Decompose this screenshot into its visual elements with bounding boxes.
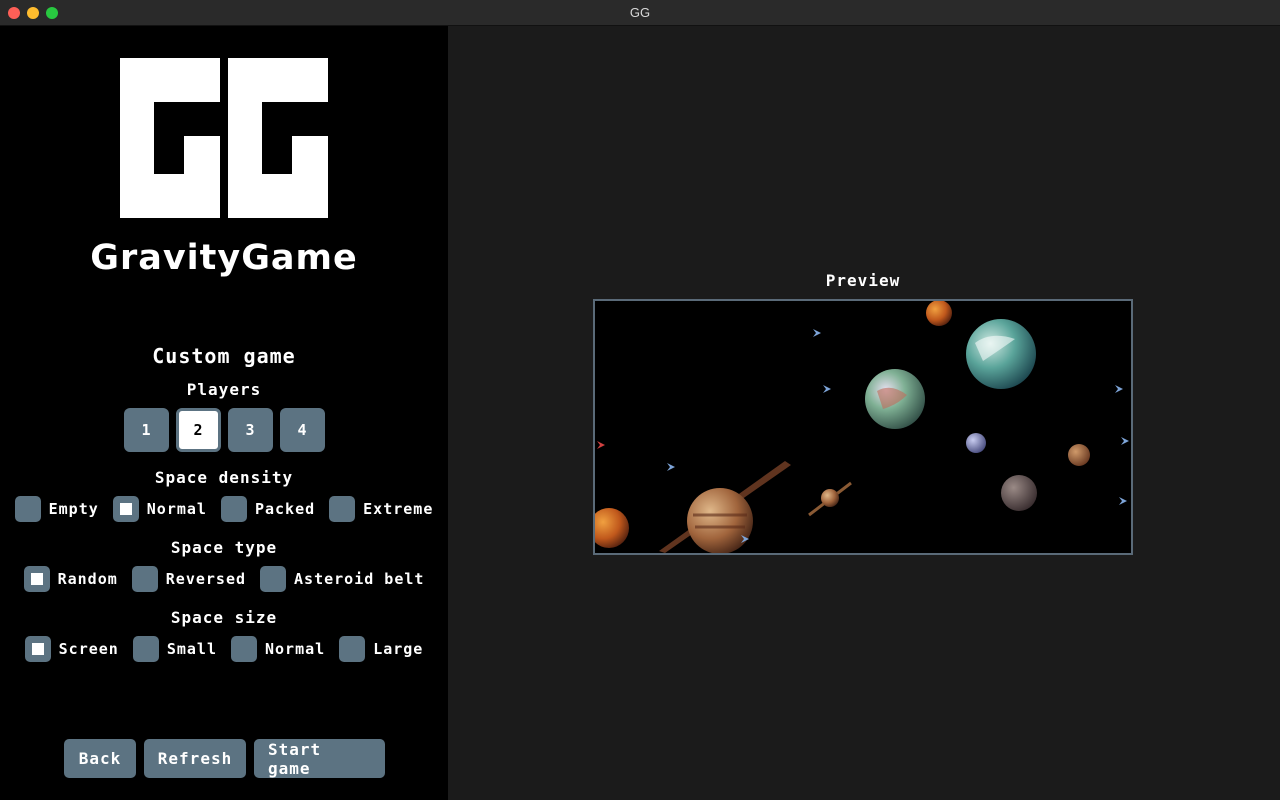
planet-brown-small bbox=[1068, 444, 1090, 466]
checkbox[interactable] bbox=[131, 566, 158, 592]
players-option-2[interactable]: 2 bbox=[175, 408, 221, 452]
planet-ringed-small bbox=[821, 489, 839, 507]
preview-canvas bbox=[593, 299, 1133, 555]
density-option-empty[interactable]: Empty bbox=[14, 496, 99, 522]
ship-icon bbox=[1115, 385, 1123, 393]
checkbox[interactable] bbox=[14, 496, 41, 522]
checkbox[interactable] bbox=[132, 636, 159, 662]
density-option-normal[interactable]: Normal bbox=[112, 496, 207, 522]
size-option-screen[interactable]: Screen bbox=[24, 636, 119, 662]
size-option-small[interactable]: Small bbox=[132, 636, 217, 662]
players-option-1[interactable]: 1 bbox=[123, 408, 169, 452]
space-preview-scene bbox=[595, 301, 1129, 553]
start-game-button[interactable]: Start game bbox=[254, 739, 385, 778]
back-button[interactable]: Back bbox=[64, 739, 136, 778]
checkbox[interactable] bbox=[339, 636, 366, 662]
planet-blue-small bbox=[966, 433, 986, 453]
window-title: GG bbox=[629, 5, 651, 20]
players-option-3[interactable]: 3 bbox=[227, 408, 273, 452]
app-logo-name: GravityGame bbox=[90, 238, 358, 278]
gg-logo-mark bbox=[120, 58, 328, 218]
ship-icon bbox=[667, 463, 675, 471]
type-option-asteroid-belt[interactable]: Asteroid belt bbox=[260, 566, 424, 592]
players-label: Players bbox=[186, 380, 262, 399]
planet-orange-edge bbox=[595, 508, 629, 548]
ship-icon bbox=[823, 385, 831, 393]
planet-ringed-large bbox=[687, 488, 753, 553]
checkbox[interactable] bbox=[329, 496, 356, 522]
density-option-extreme[interactable]: Extreme bbox=[329, 496, 433, 522]
maximize-window-button[interactable] bbox=[46, 7, 58, 19]
density-option-packed[interactable]: Packed bbox=[220, 496, 315, 522]
menu-panel: GravityGame Custom game Players 1 2 3 4 … bbox=[0, 26, 448, 800]
planet-grey-medium bbox=[1001, 475, 1037, 511]
preview-label: Preview bbox=[825, 271, 901, 290]
checkbox[interactable] bbox=[24, 636, 51, 662]
checkbox[interactable] bbox=[112, 496, 139, 522]
window-titlebar: GG bbox=[0, 0, 1280, 26]
players-selector: 1 2 3 4 bbox=[0, 408, 448, 452]
size-option-normal[interactable]: Normal bbox=[231, 636, 325, 662]
menu-actions: Back Refresh Start game bbox=[64, 739, 385, 778]
close-window-button[interactable] bbox=[8, 7, 20, 19]
minimize-window-button[interactable] bbox=[27, 7, 39, 19]
ship-icon bbox=[1121, 437, 1129, 445]
size-option-large[interactable]: Large bbox=[339, 636, 423, 662]
planet-orange-small bbox=[926, 301, 952, 326]
checkbox[interactable] bbox=[23, 566, 50, 592]
type-option-reversed[interactable]: Reversed bbox=[131, 566, 246, 592]
space-type-label: Space type bbox=[170, 538, 278, 557]
space-size-options: Screen Small Normal Large bbox=[0, 636, 448, 662]
space-density-options: Empty Normal Packed Extreme bbox=[0, 496, 448, 522]
space-type-options: Random Reversed Asteroid belt bbox=[0, 566, 448, 592]
planet-teal-large bbox=[966, 319, 1036, 389]
checkbox[interactable] bbox=[260, 566, 287, 592]
space-size-label: Space size bbox=[170, 608, 278, 627]
window-controls bbox=[8, 7, 58, 19]
ship-icon bbox=[1119, 497, 1127, 505]
players-option-4[interactable]: 4 bbox=[279, 408, 325, 452]
menu-title: Custom game bbox=[152, 344, 296, 368]
type-option-random[interactable]: Random bbox=[23, 566, 118, 592]
ship-icon bbox=[597, 441, 605, 449]
refresh-button[interactable]: Refresh bbox=[144, 739, 246, 778]
space-density-label: Space density bbox=[154, 468, 294, 487]
checkbox[interactable] bbox=[220, 496, 247, 522]
ship-icon bbox=[813, 329, 821, 337]
checkbox[interactable] bbox=[231, 636, 257, 662]
